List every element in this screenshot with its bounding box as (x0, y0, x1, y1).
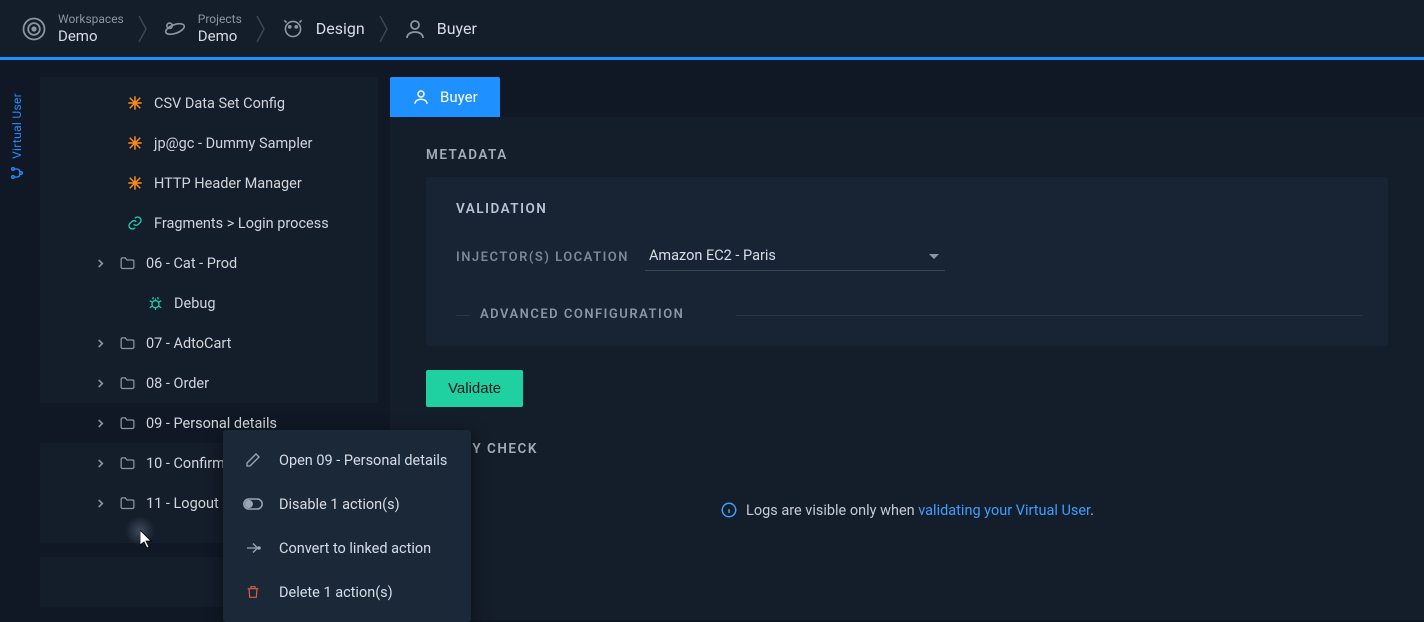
tab-label: Buyer (440, 88, 478, 106)
link-icon (124, 215, 146, 231)
panel: METADATA VALIDATION INJECTOR(S) LOCATION… (390, 117, 1424, 620)
validate-button[interactable]: Validate (426, 370, 523, 407)
tree-item[interactable]: CSV Data Set Config (40, 83, 378, 123)
breadcrumb-projects[interactable]: Projects Demo (150, 0, 254, 57)
section-sanity: SANITY CHECK (426, 441, 1388, 457)
toggle-icon (243, 494, 263, 514)
tree-item-label: 10 - Confirm (146, 455, 225, 472)
tree-item-label: 08 - Order (146, 375, 209, 392)
folder-icon (116, 495, 138, 512)
left-rail: Virtual User (0, 63, 34, 620)
context-menu: Open 09 - Personal details Disable 1 acti… (223, 430, 471, 622)
chevron-right-icon (96, 419, 116, 428)
breadcrumb: Workspaces Demo Projects Demo Design Buy… (0, 0, 1424, 60)
edit-icon (243, 450, 263, 470)
branch-icon (9, 165, 25, 181)
info-link[interactable]: validating your Virtual User (918, 502, 1090, 519)
context-menu-item[interactable]: Open 09 - Personal details (223, 438, 471, 482)
user-icon (403, 17, 427, 41)
injector-value: Amazon EC2 - Paris (649, 247, 776, 264)
breadcrumb-value: Design (316, 19, 365, 38)
tree-item[interactable]: Debug (40, 283, 378, 323)
context-menu-item[interactable]: Convert to linked action (223, 526, 471, 570)
context-menu-label: Delete 1 action(s) (279, 584, 393, 601)
content: Buyer METADATA VALIDATION INJECTOR(S) LO… (390, 77, 1424, 620)
info-bar: Logs are visible only when validating yo… (426, 501, 1388, 519)
tab-buyer[interactable]: Buyer (390, 77, 500, 117)
asterisk-icon (124, 94, 146, 112)
folder-icon (116, 255, 138, 272)
chevron-right-icon (96, 379, 116, 388)
tree-item-label: 09 - Personal details (146, 415, 277, 432)
injector-select[interactable]: Amazon EC2 - Paris (645, 243, 945, 271)
info-post: . (1090, 502, 1094, 519)
asterisk-icon (124, 174, 146, 192)
bug-icon (144, 295, 166, 312)
context-menu-label: Open 09 - Personal details (279, 452, 447, 469)
workspace-icon (20, 15, 48, 43)
breadcrumb-value: Demo (58, 27, 124, 45)
validation-card: VALIDATION INJECTOR(S) LOCATION Amazon E… (426, 177, 1388, 346)
folder-icon (116, 375, 138, 392)
injector-label: INJECTOR(S) LOCATION (456, 250, 629, 265)
advanced-config-label[interactable]: ADVANCED CONFIGURATION (456, 307, 1358, 322)
cursor-ripple (125, 516, 155, 546)
folder-icon (116, 335, 138, 352)
chevron-right-icon (96, 339, 116, 348)
breadcrumb-value: Buyer (437, 19, 477, 38)
tree-item[interactable]: jp@gc - Dummy Sampler (40, 123, 378, 163)
tree-item-label: HTTP Header Manager (154, 175, 302, 192)
breadcrumb-label: Workspaces (58, 12, 124, 26)
tree-item[interactable]: HTTP Header Manager (40, 163, 378, 203)
context-menu-item[interactable]: Delete 1 action(s) (223, 570, 471, 614)
chevron-right-icon (254, 9, 268, 49)
tree-item[interactable]: 06 - Cat - Prod (40, 243, 378, 283)
info-icon (720, 501, 738, 519)
breadcrumb-workspaces[interactable]: Workspaces Demo (8, 0, 136, 57)
section-metadata: METADATA (426, 147, 1388, 163)
breadcrumb-label: Projects (198, 12, 242, 26)
tree-item-label: Fragments > Login process (154, 215, 329, 232)
breadcrumb-buyer[interactable]: Buyer (391, 0, 489, 57)
chevron-right-icon (96, 499, 116, 508)
chevron-right-icon (96, 459, 116, 468)
tree-item-label: 07 - AdtoCart (146, 335, 231, 352)
chevron-right-icon (96, 259, 116, 268)
asterisk-icon (124, 134, 146, 152)
rail-virtual-user[interactable]: Virtual User (10, 93, 24, 159)
arrow-link-icon (243, 538, 263, 558)
folder-icon (116, 415, 138, 432)
tree-item-label: 06 - Cat - Prod (146, 255, 237, 272)
trash-icon (243, 582, 263, 602)
breadcrumb-value: Demo (198, 27, 242, 45)
design-icon (280, 16, 306, 42)
context-menu-label: Convert to linked action (279, 540, 431, 557)
context-menu-item[interactable]: Disable 1 action(s) (223, 482, 471, 526)
tree-item[interactable]: Fragments > Login process (40, 203, 378, 243)
chevron-right-icon (377, 9, 391, 49)
tree-item[interactable]: 07 - AdtoCart (40, 323, 378, 363)
context-menu-label: Disable 1 action(s) (279, 496, 400, 513)
folder-icon (116, 455, 138, 472)
tree-item-label: CSV Data Set Config (154, 95, 285, 112)
section-validation: VALIDATION (456, 201, 1358, 217)
tree-item-label: jp@gc - Dummy Sampler (154, 135, 312, 152)
info-text: Logs are visible only when (746, 502, 918, 519)
chevron-right-icon (136, 9, 150, 49)
tree-item-label: Debug (174, 295, 215, 312)
tree-item-label: 11 - Logout (146, 495, 219, 512)
user-icon (412, 88, 430, 106)
breadcrumb-design[interactable]: Design (268, 0, 377, 57)
tree-item[interactable]: 08 - Order (40, 363, 378, 403)
project-icon (162, 16, 188, 42)
